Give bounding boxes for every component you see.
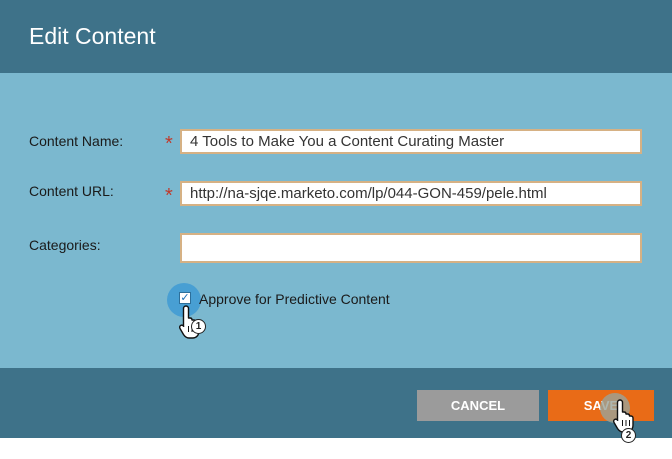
content-name-label: Content Name: bbox=[29, 133, 124, 149]
required-marker: * bbox=[165, 133, 173, 155]
step-badge: 1 bbox=[191, 319, 206, 334]
categories-input[interactable] bbox=[180, 233, 642, 263]
dialog-title: Edit Content bbox=[29, 23, 156, 49]
categories-label: Categories: bbox=[29, 237, 101, 253]
cancel-button[interactable]: CANCEL bbox=[417, 390, 539, 421]
dialog-header: Edit Content bbox=[0, 0, 672, 73]
step-badge: 2 bbox=[621, 428, 636, 443]
approve-predictive-checkbox[interactable]: ✓ bbox=[179, 292, 191, 304]
content-url-label: Content URL: bbox=[29, 183, 114, 199]
required-marker: * bbox=[165, 185, 173, 207]
content-url-input[interactable] bbox=[180, 181, 642, 206]
content-name-input[interactable] bbox=[180, 129, 642, 154]
dialog-body bbox=[0, 73, 672, 368]
approve-predictive-row[interactable]: ✓ Approve for Predictive Content bbox=[167, 283, 467, 317]
approve-predictive-label: Approve for Predictive Content bbox=[199, 291, 390, 307]
edit-content-dialog: Edit Content Content Name: * Content URL… bbox=[0, 0, 672, 443]
